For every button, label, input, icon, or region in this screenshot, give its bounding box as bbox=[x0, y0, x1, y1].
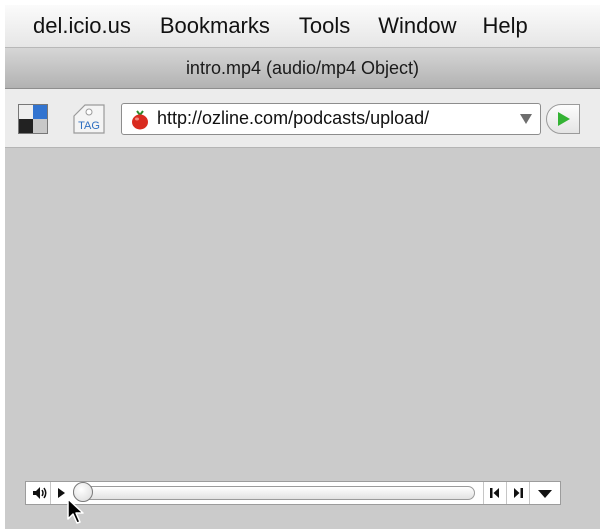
progress-track[interactable] bbox=[73, 482, 475, 502]
menu-icon[interactable] bbox=[529, 482, 560, 504]
go-button[interactable] bbox=[546, 104, 580, 134]
step-forward-icon[interactable] bbox=[506, 482, 529, 504]
step-back-icon[interactable] bbox=[483, 482, 506, 504]
menu-bar: del.icio.us Bookmarks Tools Window Help bbox=[5, 5, 600, 48]
browser-window: del.icio.us Bookmarks Tools Window Help … bbox=[5, 5, 600, 529]
tag-label: TAG bbox=[78, 120, 100, 132]
toolbar: TAG http://ozline.com/podcasts/upload/ bbox=[5, 89, 600, 148]
url-text[interactable]: http://ozline.com/podcasts/upload/ bbox=[157, 108, 429, 129]
tomato-icon bbox=[132, 110, 148, 130]
tag-icon[interactable]: TAG bbox=[71, 102, 107, 136]
address-bar[interactable]: http://ozline.com/podcasts/upload/ bbox=[121, 103, 541, 135]
menu-help[interactable]: Help bbox=[483, 13, 528, 39]
volume-icon[interactable] bbox=[28, 482, 50, 504]
menu-window[interactable]: Window bbox=[378, 13, 456, 39]
menu-tools[interactable]: Tools bbox=[299, 13, 350, 39]
chevron-down-icon[interactable] bbox=[520, 114, 532, 124]
play-arrow-icon bbox=[558, 112, 570, 126]
cursor-pointer-icon bbox=[67, 498, 84, 524]
media-controller bbox=[25, 481, 561, 505]
menu-bookmarks[interactable]: Bookmarks bbox=[160, 13, 270, 39]
window-title: intro.mp4 (audio/mp4 Object) bbox=[5, 48, 600, 89]
delicious-logo-icon[interactable] bbox=[18, 104, 48, 134]
menu-delicious[interactable]: del.icio.us bbox=[33, 13, 131, 39]
